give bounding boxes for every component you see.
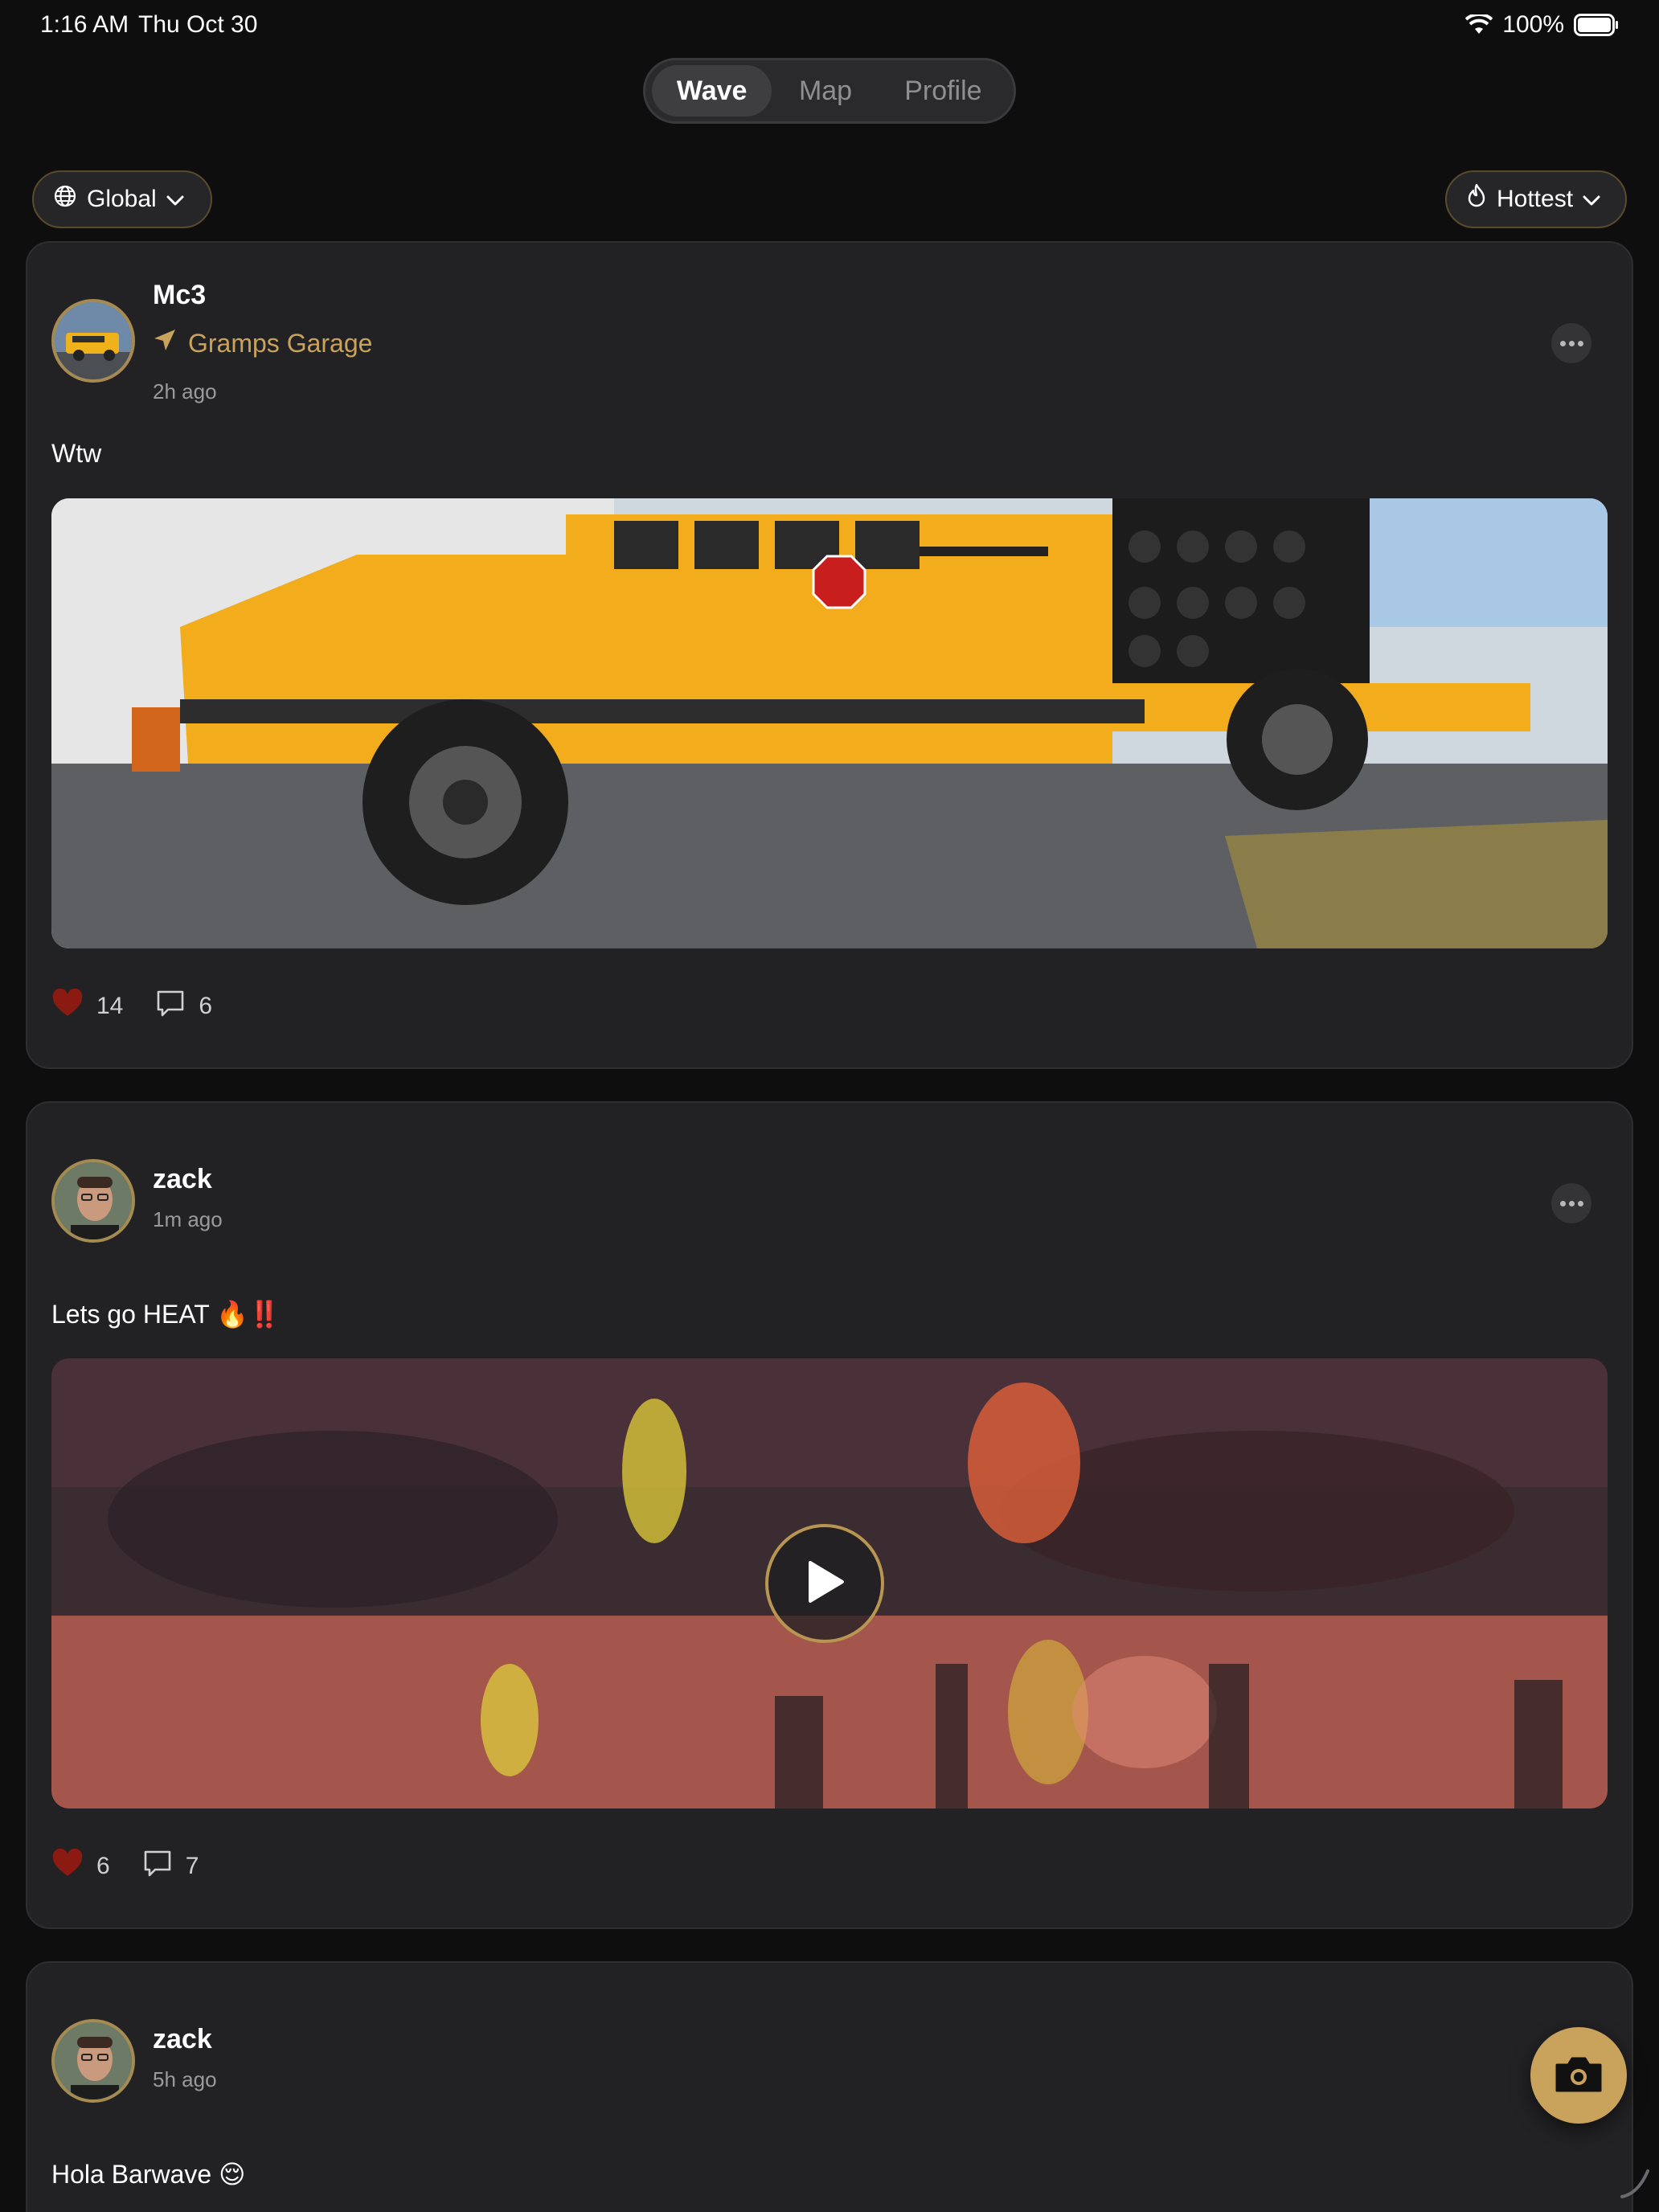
like-count: 6 (96, 1853, 110, 1879)
chevron-down-icon (166, 186, 184, 213)
post-timestamp: 2h ago (153, 379, 217, 403)
avatar[interactable] (51, 299, 135, 383)
globe-icon (53, 184, 77, 215)
avatar[interactable] (51, 2019, 135, 2103)
post-actions: 14 6 (51, 988, 244, 1024)
post-card: zack 1m ago Lets go HEAT 🔥‼️ 6 7 (26, 1101, 1633, 1929)
resize-handle-icon[interactable] (1619, 2168, 1651, 2204)
camera-icon (1554, 2054, 1604, 2098)
status-bar: 1:16 AM Thu Oct 30 100% (0, 0, 1659, 51)
camera-button[interactable] (1530, 2027, 1627, 2124)
post-timestamp: 1m ago (153, 1207, 223, 1231)
post-username[interactable]: Mc3 (153, 280, 206, 311)
comment-icon[interactable] (142, 1849, 173, 1884)
scope-filter-label: Global (87, 186, 157, 212)
location-arrow-icon (153, 328, 177, 358)
location-label: Gramps Garage (188, 328, 373, 358)
post-card: Mc3 Gramps Garage 2h ago Wtw 14 6 (26, 241, 1633, 1069)
post-timestamp: 5h ago (153, 2067, 217, 2091)
post-text: Lets go HEAT 🔥‼️ (51, 1300, 281, 1329)
post-image[interactable] (51, 498, 1608, 948)
sort-filter-dropdown[interactable]: Hottest (1445, 170, 1627, 228)
post-text: Hola Barwave 😌 (51, 2160, 246, 2189)
tab-wave[interactable]: Wave (652, 65, 772, 117)
ellipsis-icon (1559, 340, 1566, 346)
heart-icon[interactable] (51, 1848, 84, 1884)
more-options-button[interactable] (1551, 323, 1591, 363)
status-date: Thu Oct 30 (138, 11, 258, 38)
like-count: 14 (96, 993, 124, 1019)
post-card: zack 5h ago Hola Barwave 😌 (26, 1961, 1633, 2212)
post-location[interactable]: Gramps Garage (153, 328, 372, 358)
sort-filter-label: Hottest (1497, 186, 1574, 212)
scope-filter-dropdown[interactable]: Global (32, 170, 212, 228)
post-username[interactable]: zack (153, 1164, 212, 1195)
battery-percent: 100% (1502, 11, 1564, 38)
comment-count: 7 (185, 1853, 199, 1879)
status-time: 1:16 AM (40, 11, 129, 38)
comment-count: 6 (199, 993, 213, 1019)
more-options-button[interactable] (1551, 1183, 1591, 1223)
status-indicators: 100% (1465, 11, 1619, 39)
main-tab-bar: Wave Map Profile (643, 58, 1016, 124)
bus-photo (51, 498, 1608, 948)
chevron-down-icon (1583, 186, 1600, 213)
battery-icon (1574, 14, 1619, 36)
tab-map[interactable]: Map (772, 65, 879, 117)
post-video[interactable] (51, 1358, 1608, 1809)
heart-icon[interactable] (51, 988, 84, 1024)
ellipsis-icon (1559, 1200, 1566, 1206)
flame-icon (1466, 183, 1487, 215)
post-text: Wtw (51, 439, 102, 468)
app-screen: 1:16 AM Thu Oct 30 100% Wave Map Profile… (0, 0, 1659, 2212)
play-button[interactable] (765, 1524, 884, 1643)
wifi-icon (1465, 14, 1493, 35)
tab-profile[interactable]: Profile (879, 65, 1007, 117)
play-icon (802, 1558, 847, 1610)
post-actions: 6 7 (51, 1848, 231, 1884)
avatar[interactable] (51, 1159, 135, 1243)
comment-icon[interactable] (155, 989, 186, 1024)
post-username[interactable]: zack (153, 2024, 212, 2055)
